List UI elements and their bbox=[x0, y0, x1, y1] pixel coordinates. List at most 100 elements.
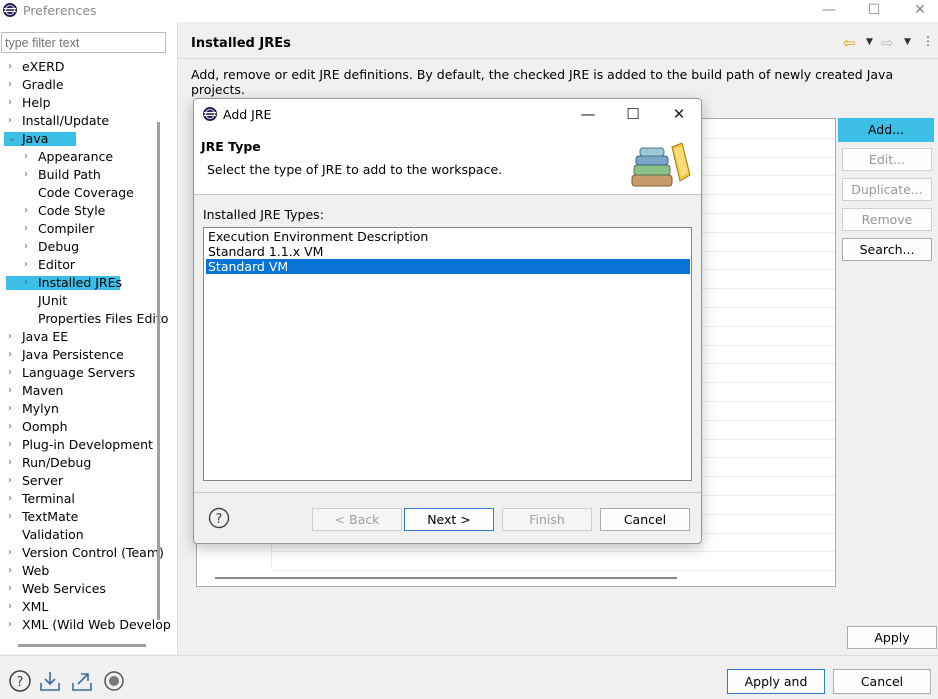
import-icon[interactable] bbox=[38, 669, 62, 693]
chevron-right-icon[interactable]: › bbox=[8, 112, 18, 130]
tree-item[interactable]: › Run/Debug bbox=[0, 454, 150, 472]
chevron-right-icon[interactable]: › bbox=[8, 598, 18, 616]
dialog-help-icon[interactable]: ? bbox=[208, 507, 230, 529]
chevron-right-icon[interactable]: › bbox=[8, 328, 18, 346]
chevron-right-icon[interactable]: › bbox=[8, 94, 18, 112]
tree-item[interactable]: › Mylyn bbox=[0, 400, 150, 418]
jre-type-list-item[interactable]: Execution Environment Description bbox=[206, 229, 690, 244]
jre-type-list-item[interactable]: Standard 1.1.x VM bbox=[206, 244, 690, 259]
dialog-minimize-button[interactable]: — bbox=[577, 103, 599, 125]
tree-item[interactable]: › Compiler bbox=[0, 220, 150, 238]
minimize-button[interactable]: — bbox=[806, 0, 852, 22]
tree-item[interactable]: › Version Control (Team) bbox=[0, 544, 164, 562]
tree-item[interactable]: ⌄ Java bbox=[0, 130, 150, 148]
maximize-button[interactable]: ☐ bbox=[851, 0, 897, 22]
chevron-right-icon[interactable]: › bbox=[8, 382, 18, 400]
chevron-right-icon[interactable]: › bbox=[24, 220, 34, 238]
tree-item[interactable]: › TextMate bbox=[0, 508, 150, 526]
tree-item[interactable]: › Java Persistence bbox=[0, 346, 150, 364]
back-button[interactable]: < Back bbox=[312, 508, 402, 531]
jre-types-list[interactable]: Execution Environment Description Standar… bbox=[203, 227, 692, 481]
tree-item[interactable]: › Install/Update bbox=[0, 112, 150, 130]
chevron-right-icon[interactable]: › bbox=[8, 364, 18, 382]
record-icon[interactable] bbox=[102, 669, 126, 693]
tree-item[interactable]: › Gradle bbox=[0, 76, 150, 94]
chevron-right-icon[interactable]: › bbox=[8, 58, 18, 76]
chevron-right-icon[interactable]: › bbox=[24, 148, 34, 166]
chevron-right-icon[interactable]: › bbox=[8, 616, 18, 634]
chevron-right-icon[interactable]: › bbox=[8, 508, 18, 526]
tree-item[interactable]: › Debug bbox=[0, 238, 150, 256]
chevron-right-icon[interactable]: › bbox=[8, 472, 18, 490]
tree-item-label: Server bbox=[22, 473, 63, 488]
tree-vertical-scrollbar[interactable] bbox=[157, 122, 160, 620]
dialog-maximize-button[interactable]: ☐ bbox=[622, 103, 644, 125]
tree-item[interactable]: › XML bbox=[0, 598, 150, 616]
jre-type-list-item[interactable]: Standard VM bbox=[206, 259, 690, 274]
tree-item[interactable]: › Terminal bbox=[0, 490, 150, 508]
chevron-right-icon[interactable]: › bbox=[8, 436, 18, 454]
tree-item[interactable]: › Editor bbox=[0, 256, 150, 274]
chevron-right-icon[interactable]: › bbox=[24, 238, 34, 256]
chevron-right-icon[interactable]: › bbox=[24, 202, 34, 220]
chevron-right-icon[interactable]: › bbox=[8, 346, 18, 364]
duplicate-jre-button[interactable]: Duplicate... bbox=[842, 178, 932, 201]
tree-item[interactable]: › Build Path bbox=[0, 166, 150, 184]
chevron-right-icon[interactable]: › bbox=[8, 490, 18, 508]
tree-item[interactable]: › Help bbox=[0, 94, 150, 112]
tree-item[interactable]: › Web bbox=[0, 562, 150, 580]
chevron-right-icon[interactable]: › bbox=[8, 454, 18, 472]
tree-item[interactable]: › Appearance bbox=[0, 148, 150, 166]
chevron-right-icon[interactable]: › bbox=[24, 166, 34, 184]
search-jre-button[interactable]: Search... bbox=[842, 238, 932, 261]
tree-horizontal-scrollbar[interactable] bbox=[18, 644, 146, 647]
tree-item[interactable]: › Installed JREs bbox=[0, 274, 150, 292]
chevron-right-icon[interactable]: › bbox=[8, 76, 18, 94]
tree-item[interactable]: › Plug-in Development bbox=[0, 436, 153, 454]
tree-item[interactable]: › Language Servers bbox=[0, 364, 150, 382]
edit-jre-button[interactable]: Edit... bbox=[842, 148, 932, 171]
tree-item[interactable]: Properties Files Edito bbox=[0, 310, 168, 328]
apply-and-close-button[interactable]: Apply and Close bbox=[727, 669, 825, 699]
chevron-right-icon[interactable]: › bbox=[8, 418, 18, 436]
tree-item[interactable]: › Web Services bbox=[0, 580, 150, 598]
tree-item[interactable]: › Server bbox=[0, 472, 150, 490]
window-titlebar bbox=[0, 0, 938, 22]
dialog-cancel-button[interactable]: Cancel bbox=[600, 508, 690, 531]
forward-arrow-icon[interactable]: ⇨ bbox=[881, 34, 894, 52]
chevron-right-icon[interactable]: › bbox=[8, 562, 18, 580]
tree-item[interactable]: › Java EE bbox=[0, 328, 150, 346]
tree-item[interactable]: Code Coverage bbox=[0, 184, 150, 202]
chevron-down-icon[interactable]: ⌄ bbox=[8, 130, 18, 148]
tree-item[interactable]: JUnit bbox=[0, 292, 150, 310]
table-horizontal-scrollbar[interactable] bbox=[215, 577, 677, 579]
tree-item[interactable]: › Code Style bbox=[0, 202, 150, 220]
tree-item[interactable]: › XML (Wild Web Develop bbox=[0, 616, 171, 634]
chevron-right-icon[interactable]: › bbox=[8, 400, 18, 418]
export-icon[interactable] bbox=[70, 669, 94, 693]
chevron-right-icon[interactable]: › bbox=[24, 256, 34, 274]
chevron-right-icon[interactable]: › bbox=[8, 544, 18, 562]
apply-button[interactable]: Apply bbox=[847, 626, 937, 649]
back-arrow-icon[interactable]: ⇦ bbox=[843, 34, 856, 52]
tree-item[interactable]: › eXERD bbox=[0, 58, 150, 76]
tree-item[interactable]: › Oomph bbox=[0, 418, 150, 436]
remove-jre-button[interactable]: Remove bbox=[842, 208, 932, 231]
more-options-icon[interactable]: ⋮ bbox=[922, 34, 934, 48]
tree-item[interactable]: Validation bbox=[0, 526, 150, 544]
dialog-close-button[interactable]: ✕ bbox=[668, 103, 690, 125]
cancel-button[interactable]: Cancel bbox=[833, 669, 931, 694]
dialog-message: Select the type of JRE to add to the wor… bbox=[207, 162, 503, 177]
close-button[interactable]: ✕ bbox=[897, 0, 938, 22]
filter-input[interactable] bbox=[1, 32, 166, 53]
add-jre-button[interactable]: Add... bbox=[838, 118, 934, 142]
tree-item[interactable]: › Maven bbox=[0, 382, 150, 400]
chevron-right-icon[interactable]: › bbox=[8, 580, 18, 598]
back-menu-chevron-icon[interactable]: ▼ bbox=[866, 37, 873, 47]
panel-divider[interactable] bbox=[177, 22, 178, 654]
help-icon[interactable]: ? bbox=[8, 669, 32, 693]
finish-button[interactable]: Finish bbox=[502, 508, 592, 531]
forward-menu-chevron-icon[interactable]: ▼ bbox=[904, 37, 911, 47]
next-button[interactable]: Next > bbox=[404, 508, 494, 531]
chevron-right-icon[interactable]: › bbox=[24, 274, 34, 292]
